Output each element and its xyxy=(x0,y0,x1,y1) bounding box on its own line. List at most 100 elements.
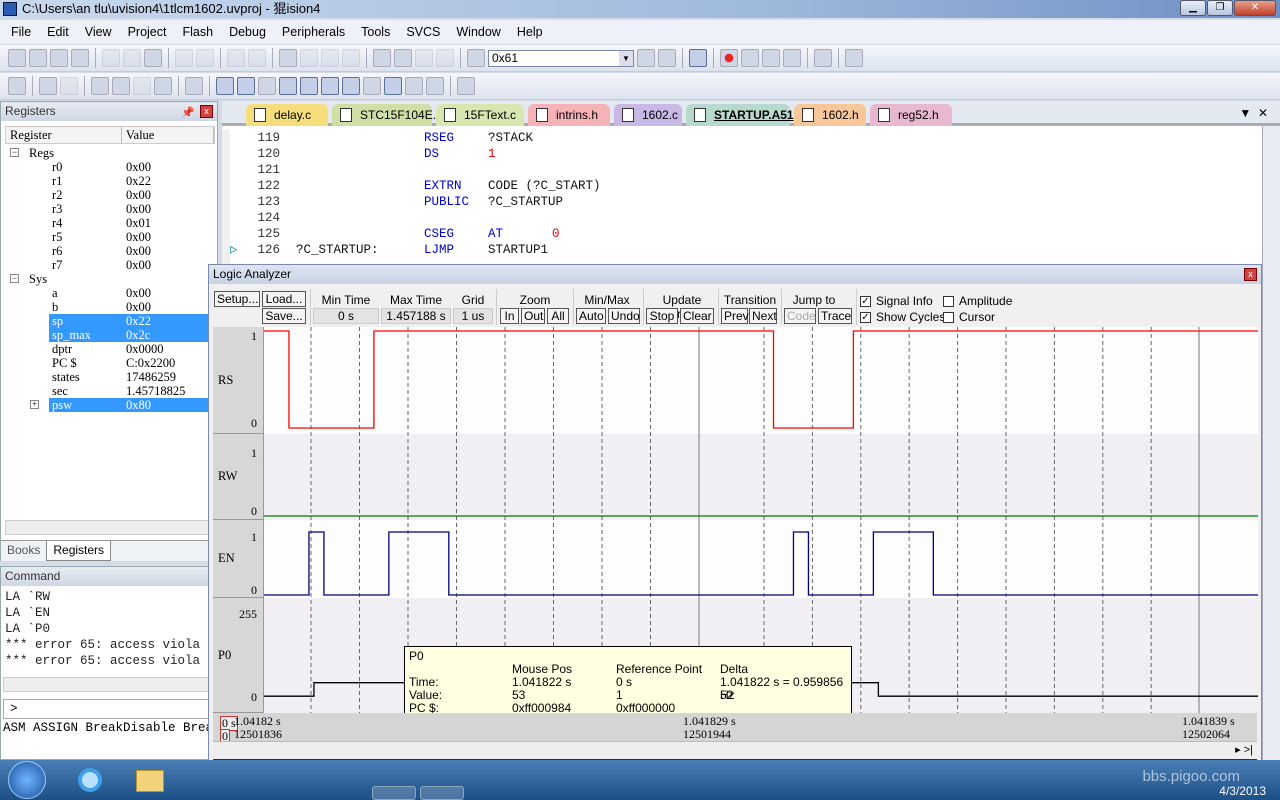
register-value[interactable]: 0x80 xyxy=(126,398,151,412)
system-viewer-icon[interactable] xyxy=(426,77,444,95)
run-to-cursor-icon[interactable] xyxy=(154,77,172,95)
register-row[interactable]: + psw 0x80 xyxy=(5,398,211,412)
menu-svcs[interactable]: SVCS xyxy=(398,25,448,39)
open-icon[interactable] xyxy=(29,49,47,67)
tab-registers[interactable]: Registers xyxy=(46,541,112,561)
undo-icon[interactable] xyxy=(175,49,193,67)
code-view[interactable]: 119 RSEG ?STACK 120 DS 1 121 122 EXTRN CODE (?C_S… xyxy=(222,130,1262,270)
pin-icon[interactable]: 📌 xyxy=(181,104,195,123)
run-icon[interactable] xyxy=(39,77,57,95)
column-header-register[interactable]: Register xyxy=(6,127,122,143)
column-header-value[interactable]: Value xyxy=(122,127,214,143)
memory-window-icon[interactable] xyxy=(342,77,360,95)
save-icon[interactable] xyxy=(50,49,68,67)
save-button[interactable]: Save... xyxy=(262,308,306,324)
next-bookmark-icon[interactable] xyxy=(321,49,339,67)
zoom-all-button[interactable]: All xyxy=(547,308,569,324)
menu-tools[interactable]: Tools xyxy=(353,25,398,39)
breakpoint-icon[interactable] xyxy=(720,49,738,67)
nav-back-icon[interactable] xyxy=(227,49,245,67)
close-button[interactable]: ✕ xyxy=(1234,0,1276,16)
load-button[interactable]: Load... xyxy=(262,291,306,307)
register-row[interactable]: r3 0x00 xyxy=(5,202,211,216)
signal-name-p0[interactable]: P0 xyxy=(218,648,231,663)
scroll-end-icon[interactable]: ▸ >| xyxy=(1235,743,1253,756)
tree-group-sys[interactable]: − Sys xyxy=(5,272,211,286)
window-config-icon[interactable] xyxy=(814,49,832,67)
kill-breakpoints-icon[interactable] xyxy=(783,49,801,67)
chevron-down-icon[interactable]: ▼ xyxy=(619,50,633,66)
file-explorer-icon[interactable] xyxy=(128,762,172,798)
zoom-in-button[interactable]: In xyxy=(500,308,519,324)
copy-icon[interactable] xyxy=(123,49,141,67)
tree-group-regs[interactable]: − Regs xyxy=(5,146,211,160)
menu-flash[interactable]: Flash xyxy=(174,25,221,39)
register-row[interactable]: r0 0x00 xyxy=(5,160,211,174)
checkbox-amplitude[interactable] xyxy=(943,296,954,307)
register-value[interactable]: 17486259 xyxy=(126,370,176,384)
next-transition-button[interactable]: Next xyxy=(749,308,777,324)
reset-icon[interactable] xyxy=(8,77,26,95)
register-row[interactable]: r5 0x00 xyxy=(5,230,211,244)
unindent-icon[interactable] xyxy=(394,49,412,67)
tab-1602-c[interactable]: 1602.c xyxy=(614,104,682,126)
register-value[interactable]: 0x00 xyxy=(126,300,151,314)
register-row[interactable]: r6 0x00 xyxy=(5,244,211,258)
register-row[interactable]: states 17486259 xyxy=(5,370,211,384)
bookmark-icon[interactable] xyxy=(279,49,297,67)
indent-icon[interactable] xyxy=(373,49,391,67)
start-debug-icon[interactable] xyxy=(689,49,707,67)
register-value[interactable]: 0x00 xyxy=(126,286,151,300)
new-file-icon[interactable] xyxy=(8,49,26,67)
prev-transition-button[interactable]: Prev xyxy=(721,308,749,324)
register-row[interactable]: dptr 0x0000 xyxy=(5,342,211,356)
register-value[interactable]: 0x01 xyxy=(126,216,151,230)
clear-bookmarks-icon[interactable] xyxy=(342,49,360,67)
register-value[interactable]: 0x00 xyxy=(126,230,151,244)
find-combo[interactable]: 0x61 ▼ xyxy=(488,49,634,67)
taskbar-app-button[interactable] xyxy=(420,786,464,800)
tab-list-icon[interactable]: ▼ xyxy=(1239,106,1251,120)
trace-window-icon[interactable] xyxy=(405,77,423,95)
tab-intrins-h[interactable]: intrins.h xyxy=(528,104,610,126)
jump-code-button[interactable]: Code xyxy=(784,308,816,324)
register-row[interactable]: PC $ C:0x2200 xyxy=(5,356,211,370)
register-value[interactable]: 0x2c xyxy=(126,328,150,342)
horizontal-scrollbar[interactable]: ▸ >| xyxy=(213,741,1257,759)
step-out-icon[interactable] xyxy=(133,77,151,95)
step-into-icon[interactable] xyxy=(91,77,109,95)
tab-15ftext-c[interactable]: 15FText.c xyxy=(436,104,524,126)
register-value[interactable]: C:0x2200 xyxy=(126,356,175,370)
cut-icon[interactable] xyxy=(102,49,120,67)
register-value[interactable]: 0x00 xyxy=(126,244,151,258)
restore-button[interactable]: ❐ xyxy=(1207,0,1233,16)
tab-delay-c[interactable]: delay.c xyxy=(246,104,328,126)
comment-icon[interactable] xyxy=(415,49,433,67)
symbols-window-icon[interactable] xyxy=(258,77,276,95)
uncomment-icon[interactable] xyxy=(436,49,454,67)
menu-edit[interactable]: Edit xyxy=(39,25,77,39)
step-over-icon[interactable] xyxy=(112,77,130,95)
register-value[interactable]: 1.45718825 xyxy=(126,384,185,398)
menu-view[interactable]: View xyxy=(77,25,120,39)
register-value[interactable]: 0x22 xyxy=(126,174,151,188)
command-input[interactable]: > xyxy=(3,699,215,719)
start-button[interactable] xyxy=(8,761,46,799)
zoom-out-button[interactable]: Out xyxy=(521,308,545,324)
watch-windows-icon[interactable] xyxy=(321,77,339,95)
checkbox-cursor[interactable] xyxy=(943,312,954,323)
register-row[interactable]: b 0x00 xyxy=(5,300,211,314)
collapse-icon[interactable]: − xyxy=(10,274,19,283)
save-all-icon[interactable] xyxy=(71,49,89,67)
toolbox-icon[interactable] xyxy=(457,77,475,95)
show-next-statement-icon[interactable] xyxy=(185,77,203,95)
enable-breakpoint-icon[interactable] xyxy=(741,49,759,67)
register-row[interactable]: sp 0x22 xyxy=(5,314,211,328)
register-row[interactable]: r7 0x00 xyxy=(5,258,211,272)
call-stack-icon[interactable] xyxy=(300,77,318,95)
registers-window-icon[interactable] xyxy=(279,77,297,95)
disassembly-window-icon[interactable] xyxy=(237,77,255,95)
clock[interactable]: 4/3/2013 xyxy=(1219,784,1266,798)
register-row[interactable]: sp_max 0x2c xyxy=(5,328,211,342)
close-icon[interactable]: x xyxy=(1244,268,1257,281)
